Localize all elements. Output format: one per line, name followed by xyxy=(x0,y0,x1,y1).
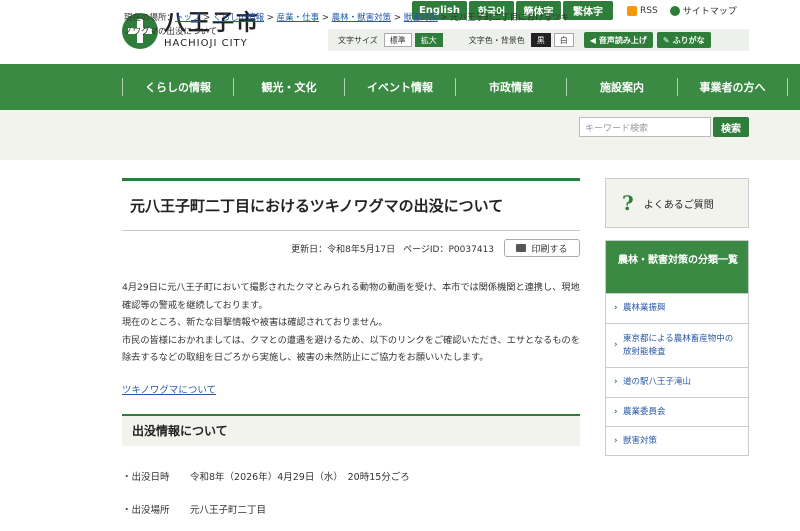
updated-date: 更新日：令和8年5月17日 xyxy=(291,244,396,255)
rss-link[interactable]: RSS xyxy=(627,5,658,16)
category-item[interactable]: 農業委員会 xyxy=(606,397,748,426)
bear-info-link[interactable]: ツキノワグマについて xyxy=(122,382,216,396)
paragraph: 4月29日に元八王子町において撮影されたクマとみられる動物の動画を受け、本市では… xyxy=(122,282,580,311)
info-value: 元八王子町二丁目 xyxy=(190,504,267,516)
category-item[interactable]: 道の駅八王子滝山 xyxy=(606,367,748,397)
breadcrumb-living[interactable]: くらしの情報 xyxy=(213,13,264,23)
breadcrumb-industry[interactable]: 産業・仕事 xyxy=(277,13,320,23)
page-id: ページID：P0037413 xyxy=(403,244,494,255)
printer-icon xyxy=(516,244,527,252)
nav-tourism[interactable]: 観光・文化 xyxy=(233,78,344,96)
search-button[interactable]: 検索 xyxy=(713,117,749,137)
breadcrumb-wildlife[interactable]: 獣害対策 xyxy=(404,13,438,23)
logo-english: HACHIOJI CITY xyxy=(164,38,248,49)
page-title: 元八王子町二丁目におけるツキノワグマの出没について xyxy=(130,197,504,215)
faq-link[interactable]: ? よくあるご質問 xyxy=(605,178,749,228)
info-row-datetime: ・出没日時 令和8年（2026年）4月29日（水） 20時15分ごろ xyxy=(122,469,580,483)
paragraph: 現在のところ、新たな目撃情報や被害は確認されておりません。 xyxy=(122,317,388,328)
paragraph: 市民の皆様におかれましては、クマとの遭遇を避けるため、以下のリンクをご確認いただ… xyxy=(122,334,580,364)
article-body: 4月29日に元八王子町において撮影されたクマとみられる動物の動画を受け、本市では… xyxy=(122,279,580,367)
question-icon: ? xyxy=(622,191,634,215)
nav-city-affairs[interactable]: 市政情報 xyxy=(455,78,566,96)
section-heading: 出没情報について xyxy=(122,413,580,446)
info-row-location: ・出没場所 元八王子町二丁目 xyxy=(122,502,580,516)
meta-row: 更新日：令和8年5月17日 ページID：P0037413 印刷する xyxy=(122,239,580,257)
nav-events[interactable]: イベント情報 xyxy=(344,78,455,96)
sitemap-icon xyxy=(669,5,680,16)
speaker-icon: ◀ xyxy=(589,35,596,45)
info-key: ・出没場所 xyxy=(122,504,170,516)
sitemap-link[interactable]: サイトマップ xyxy=(669,4,737,17)
global-nav: くらしの情報 観光・文化 イベント情報 市政情報 施設案内 事業者の方へ xyxy=(0,64,800,110)
main-content: 元八王子町二丁目におけるツキノワグマの出没について 更新日：令和8年5月17日 … xyxy=(122,178,580,516)
nav-living[interactable]: くらしの情報 xyxy=(122,78,233,96)
rss-icon xyxy=(627,5,637,16)
nav-business[interactable]: 事業者の方へ xyxy=(677,78,788,96)
category-item[interactable]: 獣害対策 xyxy=(606,426,748,455)
pencil-icon: ✎ xyxy=(662,35,670,45)
breadcrumb-top[interactable]: トップ xyxy=(175,13,201,23)
category-item[interactable]: 東京都による農林畜産物中の放射能検査 xyxy=(606,323,748,367)
category-list-title: 農林・獣害対策の分類一覧 xyxy=(606,241,748,293)
read-aloud-button[interactable]: ◀ 音声読み上げ xyxy=(583,32,653,48)
category-item[interactable]: 農林業振興 xyxy=(606,293,748,323)
print-button[interactable]: 印刷する xyxy=(504,239,580,257)
furigana-button[interactable]: ✎ ふりがな xyxy=(656,32,711,48)
info-value: 令和8年（2026年）4月29日（水） 20時15分ごろ xyxy=(190,471,410,483)
title-box: 元八王子町二丁目におけるツキノワグマの出没について xyxy=(122,178,580,231)
nav-facilities[interactable]: 施設案内 xyxy=(566,78,677,96)
category-list: 農林・獣害対策の分類一覧 農林業振興 東京都による農林畜産物中の放射能検査 道の… xyxy=(605,240,749,456)
search-input[interactable]: キーワード検索 xyxy=(579,117,711,137)
breadcrumb-agriculture[interactable]: 農林・獣害対策 xyxy=(332,13,392,23)
breadcrumb: 現在の場所：トップ > くらしの情報 > 産業・仕事 > 農林・獣害対策 > 獣… xyxy=(124,13,570,37)
info-key: ・出没日時 xyxy=(122,471,170,483)
